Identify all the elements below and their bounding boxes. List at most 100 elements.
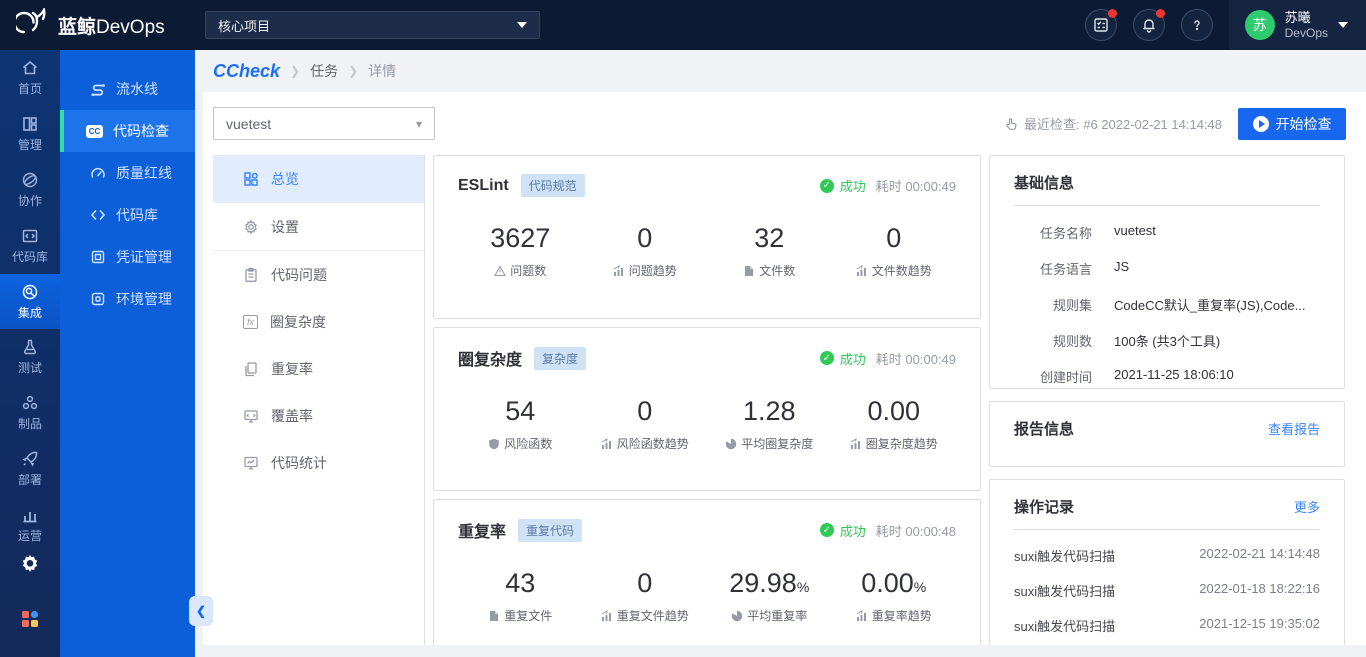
- file-icon: [490, 610, 499, 621]
- whale-icon: [13, 5, 50, 43]
- info-row-task-name: 任务名称 vuetest: [1039, 223, 1156, 241]
- fx-icon: fx: [243, 314, 258, 329]
- sidebar-item-collaboration[interactable]: 协作: [0, 162, 60, 218]
- basic-info-panel: 基础信息 任务名称 vuetest 任务语言 JS 规则集 CodeCC默认_重…: [989, 155, 1345, 389]
- sidebar-collapse-button[interactable]: ❮: [189, 596, 213, 626]
- stat-dup-files-trend[interactable]: 0 重复文件趋势: [583, 568, 708, 624]
- sidebar-item-artifact[interactable]: 制品: [0, 385, 60, 441]
- more-records-link[interactable]: 更多: [1294, 497, 1320, 516]
- help-button[interactable]: [1180, 9, 1213, 41]
- task-select-value: vuetest: [226, 115, 272, 132]
- user-name: 苏曦: [1284, 10, 1311, 25]
- stat-complexity-trend[interactable]: 0.00 圈复杂度趋势: [832, 396, 957, 452]
- recent-check-info: 最近检查: #6 2022-02-21 14:14:48: [1004, 114, 1222, 133]
- integration-icon: [22, 284, 38, 299]
- stat-avg-complexity[interactable]: 1.28 平均圈复杂度: [707, 396, 832, 452]
- notifications-button[interactable]: [1132, 9, 1165, 41]
- breadcrumb-separator: ❯: [290, 64, 301, 78]
- card-title[interactable]: 重复率: [458, 518, 506, 542]
- sidebar-item-credentials[interactable]: 凭证管理: [60, 236, 195, 278]
- duplication-card: 重复率 重复代码 ✓ 成功 耗时 00:00:48 43 重复文件 0 重复文件…: [433, 499, 981, 645]
- tool-tag: 重复代码: [518, 518, 583, 542]
- breadcrumb-tasks[interactable]: 任务: [310, 61, 338, 81]
- status-text: 成功: [839, 523, 866, 539]
- menu-item-code-issues[interactable]: 代码问题: [213, 251, 424, 298]
- eslint-card: ESLint 代码规范 ✓ 成功 耗时 00:00:49 3627 问题数 0 …: [433, 155, 981, 319]
- trend-icon: [850, 437, 860, 449]
- menu-item-complexity[interactable]: fx 圈复杂度: [213, 298, 424, 345]
- breadcrumb-app[interactable]: CCheck: [213, 61, 280, 82]
- sidebar-item-environment[interactable]: 环境管理: [60, 278, 195, 320]
- chevron-down-icon: [1338, 22, 1348, 28]
- clipboard-icon: [243, 267, 259, 283]
- duration-text: 耗时 00:00:48: [875, 523, 956, 539]
- status-text: 成功: [839, 351, 866, 367]
- stat-avg-dup-rate[interactable]: 29.98% 平均重复率: [707, 568, 832, 624]
- sidebar-item-integration[interactable]: 集成: [0, 273, 60, 330]
- sidebar-item-repo[interactable]: 代码库: [60, 194, 195, 236]
- task-menu: 总览 设置 代码问题 fx 圈复杂度 重复率 覆盖率 代码统计: [213, 155, 425, 645]
- project-selector[interactable]: 核心项目: [205, 11, 540, 39]
- logo-text: 蓝鲸DevOps: [58, 16, 165, 38]
- credential-icon: [91, 250, 105, 264]
- sidebar-item-quality-gate[interactable]: 质量红线: [60, 152, 195, 194]
- start-check-button[interactable]: 开始检查: [1238, 107, 1346, 140]
- duration-text: 耗时 00:00:49: [875, 179, 956, 194]
- menu-item-duplication[interactable]: 重复率: [213, 345, 424, 392]
- sidebar-item-code-repo[interactable]: 代码库: [0, 218, 60, 274]
- trigger-hand-icon: [1006, 117, 1017, 130]
- sidebar-item-home[interactable]: 首页: [0, 50, 60, 106]
- flask-icon: [23, 340, 37, 355]
- task-select[interactable]: vuetest ▾: [213, 107, 435, 140]
- stat-issue-count[interactable]: 3627 问题数: [458, 223, 583, 279]
- code-repo-icon: [22, 229, 38, 242]
- stat-risk-func-trend[interactable]: 0 风险函数趋势: [583, 396, 708, 452]
- settings-gear-icon[interactable]: [19, 553, 41, 580]
- status-text: 成功: [839, 179, 866, 194]
- content-panel: vuetest ▾ 最近检查: #6 2022-02-21 14:14:48 开…: [203, 92, 1366, 645]
- todo-list-button[interactable]: [1084, 9, 1117, 41]
- trend-icon: [856, 264, 866, 276]
- menu-item-coverage[interactable]: 覆盖率: [213, 392, 424, 439]
- info-row-rule-count: 规则数 100条 (共3个工具): [1052, 334, 1221, 349]
- info-row-ruleset: 规则集 CodeCC默认_重复率(JS),Code...: [1052, 298, 1306, 313]
- card-title[interactable]: ESLint: [458, 177, 509, 195]
- stat-file-trend[interactable]: 0 文件数趋势: [832, 223, 957, 279]
- success-check-icon: ✓: [819, 351, 834, 365]
- sidebar-item-test[interactable]: 测试: [0, 329, 60, 385]
- tool-tag: 代码规范: [520, 174, 585, 197]
- sidebar-item-deploy[interactable]: 部署: [0, 441, 60, 497]
- panel-title: 基础信息: [1014, 175, 1075, 192]
- bar-chart-icon: [23, 512, 37, 523]
- menu-item-overview[interactable]: 总览: [213, 155, 424, 202]
- stat-issue-trend[interactable]: 0 问题趋势: [583, 223, 708, 279]
- sidebar-item-manage[interactable]: 管理: [0, 106, 60, 162]
- artifact-icon: [22, 396, 38, 410]
- report-panel: 报告信息 查看报告: [989, 401, 1345, 467]
- menu-item-code-statistics[interactable]: 代码统计: [213, 439, 424, 486]
- stat-dup-files[interactable]: 43 重复文件: [458, 568, 583, 624]
- sidebar-item-pipeline[interactable]: 流水线: [60, 68, 195, 110]
- stat-dup-rate-trend[interactable]: 0.00% 重复率趋势: [832, 568, 957, 624]
- card-title[interactable]: 圈复杂度: [458, 346, 522, 370]
- sidebar-item-measure[interactable]: 运营: [0, 497, 60, 553]
- gear-icon: [243, 218, 259, 235]
- user-menu[interactable]: 苏 苏曦 DevOps: [1228, 0, 1366, 50]
- menu-item-settings[interactable]: 设置: [213, 203, 424, 250]
- stat-risk-func[interactable]: 54 风险函数: [458, 396, 583, 452]
- stat-file-count[interactable]: 32 文件数: [707, 223, 832, 279]
- sidebar-item-code-check[interactable]: CC 代码检查: [60, 110, 195, 152]
- bluekin-devops-logo[interactable]: 蓝鲸DevOps: [0, 5, 205, 43]
- operation-records-panel: 操作记录 更多 suxi触发代码扫描 2022-02-21 14:14:48 s…: [989, 479, 1345, 645]
- user-org: DevOps: [1284, 25, 1328, 40]
- notification-dot: [1155, 9, 1165, 18]
- apps-grid-icon[interactable]: [19, 608, 41, 635]
- service-sidebar: 流水线 CC 代码检查 质量红线 代码库 凭证管理 环境管理 ❮: [60, 50, 213, 657]
- tool-cards: ESLint 代码规范 ✓ 成功 耗时 00:00:49 3627 问题数 0 …: [433, 155, 981, 645]
- pipeline-icon: [91, 84, 105, 96]
- gauge-icon: [91, 167, 105, 178]
- shield-icon: [489, 438, 500, 449]
- trend-icon: [601, 609, 611, 621]
- view-report-link[interactable]: 查看报告: [1268, 419, 1320, 438]
- warning-icon: [494, 264, 507, 276]
